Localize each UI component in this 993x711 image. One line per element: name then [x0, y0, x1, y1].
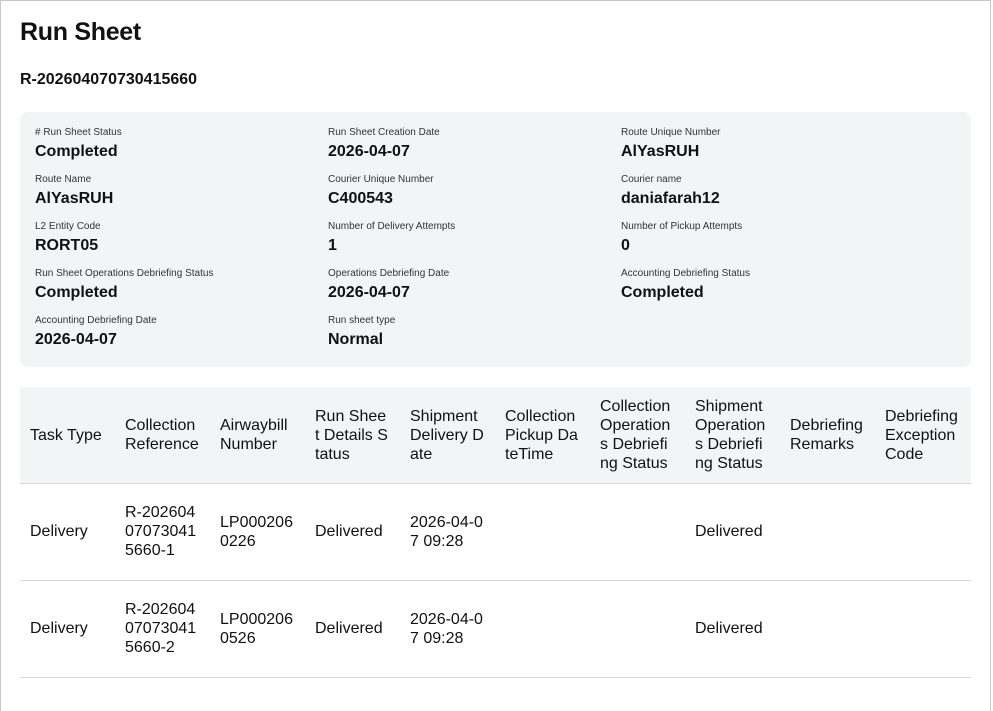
column-header: Shipment Delivery Date — [400, 387, 495, 484]
field-value: Completed — [621, 284, 704, 301]
column-header: Collection Pickup DateTime — [495, 387, 590, 484]
field-label: Number of Delivery Attempts — [328, 221, 456, 232]
field-ops-debriefing-status: Run Sheet Operations Debriefing Status C… — [35, 268, 315, 303]
field-value: Normal — [328, 331, 384, 348]
column-header: Debriefing Remarks — [780, 387, 875, 484]
table-cell: R-202604070730415660-2 — [115, 580, 210, 678]
column-header: Debriefing Exception Code — [875, 387, 971, 484]
table-cell — [590, 483, 685, 581]
field-value: Completed — [35, 143, 118, 160]
field-label: Run Sheet Creation Date — [328, 127, 440, 138]
table-row: Delivery R-202604070730415660-1 LP000206… — [20, 483, 971, 581]
field-value: AlYasRUH — [621, 143, 700, 160]
table-cell: Delivery — [20, 483, 115, 581]
column-header: Shipment Operations Debriefing Status — [685, 387, 780, 484]
table-cell — [780, 580, 875, 678]
table-row: Delivery R-202604070730415660-2 LP000206… — [20, 580, 971, 678]
run-sheet-details-table: Task Type Collection Reference Airwaybil… — [20, 387, 971, 678]
field-l2-entity-code: L2 Entity Code RORT05 — [35, 221, 315, 256]
field-value: 2026-04-07 — [35, 331, 117, 348]
table-cell: Delivered — [685, 483, 780, 581]
field-value: 1 — [328, 237, 337, 254]
page-title: Run Sheet — [20, 18, 141, 46]
table-cell: Delivered — [305, 483, 400, 581]
field-label: Operations Debriefing Date — [328, 268, 450, 279]
table-cell: Delivery — [20, 580, 115, 678]
field-value: AlYasRUH — [35, 190, 114, 207]
field-value: 2026-04-07 — [328, 284, 410, 301]
field-route-unique-number: Route Unique Number AlYasRUH — [621, 127, 901, 162]
field-courier-unique-number: Courier Unique Number C400543 — [328, 174, 608, 209]
field-run-sheet-status: # Run Sheet Status Completed — [35, 127, 315, 162]
field-label: Route Name — [35, 174, 92, 185]
table-cell: Delivered — [305, 580, 400, 678]
field-value: 0 — [621, 237, 630, 254]
column-header: Task Type — [20, 387, 115, 484]
table-cell: 2026-04-07 09:28 — [400, 580, 495, 678]
field-route-name: Route Name AlYasRUH — [35, 174, 315, 209]
field-label: Run sheet type — [328, 315, 396, 326]
field-accounting-debriefing-date: Accounting Debriefing Date 2026-04-07 — [35, 315, 315, 350]
column-header: Collection Reference — [115, 387, 210, 484]
field-label: Accounting Debriefing Status — [621, 268, 750, 279]
table-cell: Delivered — [685, 580, 780, 678]
table-cell — [495, 580, 590, 678]
field-label: L2 Entity Code — [35, 221, 101, 232]
field-label: Number of Pickup Attempts — [621, 221, 743, 232]
table-cell: LP0002060226 — [210, 483, 305, 581]
summary-panel: # Run Sheet Status Completed Run Sheet C… — [20, 112, 971, 367]
field-creation-date: Run Sheet Creation Date 2026-04-07 — [328, 127, 608, 162]
field-accounting-debriefing-status: Accounting Debriefing Status Completed — [621, 268, 901, 303]
field-label: Run Sheet Operations Debriefing Status — [35, 268, 214, 279]
table-header-row: Task Type Collection Reference Airwaybil… — [20, 387, 971, 484]
field-label: Accounting Debriefing Date — [35, 315, 157, 326]
table-cell — [780, 483, 875, 581]
field-value: daniafarah12 — [621, 190, 720, 207]
field-courier-name: Courier name daniafarah12 — [621, 174, 901, 209]
table-cell — [875, 580, 971, 678]
field-value: C400543 — [328, 190, 393, 207]
column-header: Run Sheet Details Status — [305, 387, 400, 484]
field-label: Courier Unique Number — [328, 174, 434, 185]
field-label: # Run Sheet Status — [35, 127, 122, 138]
table-cell — [495, 483, 590, 581]
field-value: 2026-04-07 — [328, 143, 410, 160]
table-cell: 2026-04-07 09:28 — [400, 483, 495, 581]
field-ops-debriefing-date: Operations Debriefing Date 2026-04-07 — [328, 268, 608, 303]
table-cell — [875, 483, 971, 581]
column-header: Collection Operations Debriefing Status — [590, 387, 685, 484]
table-cell: R-202604070730415660-1 — [115, 483, 210, 581]
field-label: Route Unique Number — [621, 127, 721, 138]
run-sheet-id: R-202604070730415660 — [20, 71, 198, 88]
table-cell: LP0002060526 — [210, 580, 305, 678]
field-value: Completed — [35, 284, 118, 301]
field-pickup-attempts: Number of Pickup Attempts 0 — [621, 221, 901, 256]
field-delivery-attempts: Number of Delivery Attempts 1 — [328, 221, 608, 256]
column-header: Airwaybill Number — [210, 387, 305, 484]
field-run-sheet-type: Run sheet type Normal — [328, 315, 608, 350]
table-cell — [590, 580, 685, 678]
field-value: RORT05 — [35, 237, 99, 254]
field-label: Courier name — [621, 174, 682, 185]
